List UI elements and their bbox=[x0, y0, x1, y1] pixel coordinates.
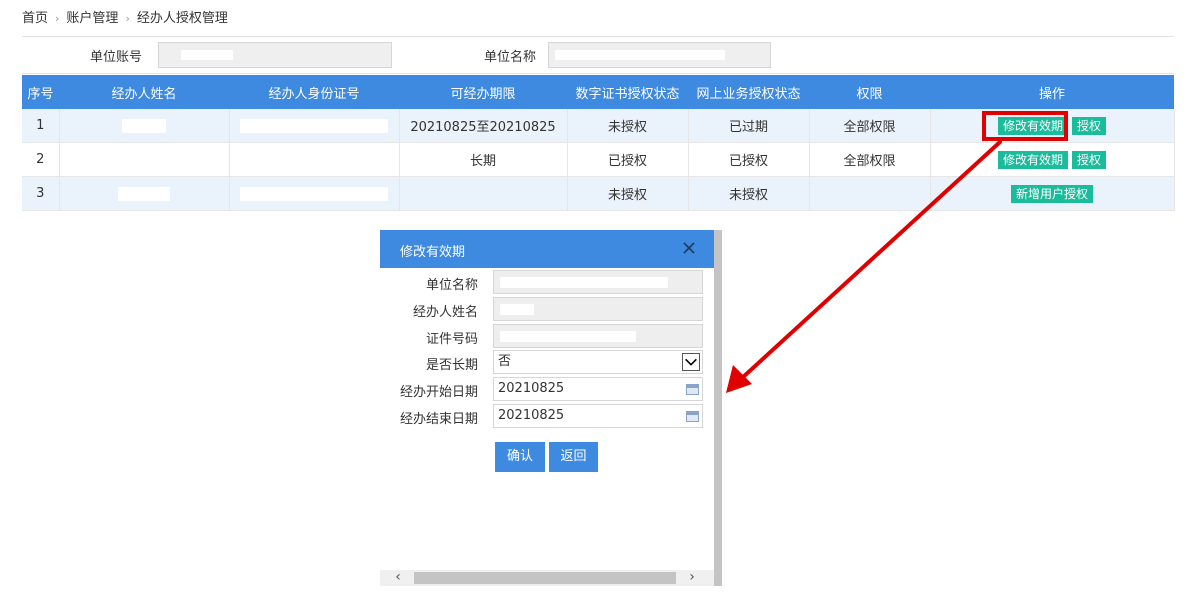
field-row-start-date: 经办开始日期 20210825 bbox=[380, 377, 714, 401]
col-header-no: 序号 bbox=[22, 75, 59, 109]
breadcrumb: 首页 › 账户管理 › 经办人授权管理 bbox=[22, 10, 228, 28]
add-user-authorization-button[interactable]: 新增用户授权 bbox=[1010, 184, 1093, 203]
agent-name-redacted bbox=[59, 109, 230, 143]
agent-name-redacted bbox=[59, 142, 230, 177]
confirm-button[interactable]: 确认 bbox=[495, 442, 545, 472]
unit-name-label: 单位名称 bbox=[425, 278, 478, 293]
end-date-value: 20210825 bbox=[498, 408, 565, 423]
row-period bbox=[399, 176, 568, 211]
agent-name-redacted bbox=[59, 176, 230, 211]
start-date-input[interactable]: 20210825 bbox=[493, 377, 703, 401]
field-row-cert-no: 证件号码 bbox=[380, 324, 714, 348]
scroll-right-icon[interactable]: › bbox=[684, 570, 700, 586]
authorize-button[interactable]: 授权 bbox=[1072, 116, 1107, 135]
calendar-icon[interactable] bbox=[686, 384, 699, 395]
row-cert-status: 已授权 bbox=[567, 142, 689, 177]
agent-table: 序号 经办人姓名 经办人身份证号 可经办期限 数字证书授权状态 网上业务授权状态… bbox=[22, 75, 1175, 211]
row-actions: 新增用户授权 bbox=[930, 176, 1175, 211]
col-header-actions: 操作 bbox=[930, 75, 1174, 109]
unit-account-field bbox=[158, 42, 392, 68]
breadcrumb-current: 经办人授权管理 bbox=[136, 11, 228, 26]
unit-info-bar: 单位账号 单位名称 bbox=[22, 36, 1174, 74]
dialog-title: 修改有效期 bbox=[400, 245, 466, 260]
back-button[interactable]: 返回 bbox=[549, 442, 598, 472]
table-row: 2 长期 已授权 已授权 全部权限 修改有效期 授权 bbox=[22, 142, 1175, 177]
row-permission: 全部权限 bbox=[809, 142, 931, 177]
row-actions: 修改有效期 授权 bbox=[930, 142, 1175, 177]
end-date-input[interactable]: 20210825 bbox=[493, 404, 703, 428]
dialog-header: 修改有效期 bbox=[380, 230, 714, 268]
agent-id-redacted bbox=[229, 142, 400, 177]
col-header-online-status: 网上业务授权状态 bbox=[688, 75, 809, 109]
modify-validity-dialog: 修改有效期 单位名称 经办人姓名 证件号码 是否长期 否 经办开始日期 2021… bbox=[380, 230, 714, 586]
col-header-permission: 权限 bbox=[809, 75, 930, 109]
cert-no-input bbox=[493, 324, 703, 348]
scroll-left-icon[interactable]: ‹ bbox=[390, 570, 406, 586]
field-row-unit-name: 单位名称 bbox=[380, 270, 714, 294]
field-row-long-term: 是否长期 否 bbox=[380, 350, 714, 374]
col-header-agent-name: 经办人姓名 bbox=[59, 75, 229, 109]
row-permission: 全部权限 bbox=[809, 109, 931, 143]
col-header-agent-id: 经办人身份证号 bbox=[229, 75, 399, 109]
breadcrumb-home[interactable]: 首页 bbox=[22, 11, 48, 26]
breadcrumb-separator-icon: › bbox=[125, 12, 130, 25]
long-term-select[interactable]: 否 bbox=[493, 350, 703, 374]
table-row: 3 未授权 未授权 新增用户授权 bbox=[22, 176, 1175, 211]
cert-no-label: 证件号码 bbox=[425, 332, 478, 347]
unit-name-input bbox=[493, 270, 703, 294]
chevron-down-icon[interactable] bbox=[682, 353, 700, 371]
row-online-status: 已授权 bbox=[688, 142, 810, 177]
row-no: 1 bbox=[22, 109, 60, 143]
row-period: 20210825至20210825 bbox=[399, 109, 568, 143]
field-row-end-date: 经办结束日期 20210825 bbox=[380, 404, 714, 428]
calendar-icon[interactable] bbox=[686, 411, 699, 422]
close-icon[interactable] bbox=[680, 239, 698, 257]
start-date-value: 20210825 bbox=[498, 381, 565, 396]
modify-validity-button[interactable]: 修改有效期 bbox=[997, 150, 1068, 169]
col-header-period: 可经办期限 bbox=[399, 75, 567, 109]
breadcrumb-separator-icon: › bbox=[55, 12, 60, 25]
row-online-status: 已过期 bbox=[688, 109, 810, 143]
long-term-label: 是否长期 bbox=[425, 358, 478, 373]
start-date-label: 经办开始日期 bbox=[399, 385, 478, 400]
agent-name-label: 经办人姓名 bbox=[412, 305, 478, 320]
agent-id-redacted bbox=[229, 176, 400, 211]
unit-name-field bbox=[548, 42, 771, 68]
unit-name-label: 单位名称 bbox=[484, 50, 537, 65]
dialog-vertical-scrollbar[interactable] bbox=[714, 230, 722, 586]
dialog-horizontal-scrollbar[interactable]: ‹ › bbox=[380, 570, 714, 586]
long-term-value: 否 bbox=[498, 354, 512, 369]
table-header-row: 序号 经办人姓名 经办人身份证号 可经办期限 数字证书授权状态 网上业务授权状态… bbox=[22, 75, 1174, 109]
field-row-agent-name: 经办人姓名 bbox=[380, 297, 714, 321]
row-cert-status: 未授权 bbox=[567, 176, 689, 211]
row-online-status: 未授权 bbox=[688, 176, 810, 211]
row-cert-status: 未授权 bbox=[567, 109, 689, 143]
row-no: 3 bbox=[22, 176, 60, 211]
row-period: 长期 bbox=[399, 142, 568, 177]
highlight-box bbox=[982, 111, 1068, 141]
agent-id-redacted bbox=[229, 109, 400, 143]
breadcrumb-account-management[interactable]: 账户管理 bbox=[66, 11, 118, 26]
agent-name-input bbox=[493, 297, 703, 321]
row-no: 2 bbox=[22, 142, 60, 177]
col-header-cert-status: 数字证书授权状态 bbox=[567, 75, 688, 109]
row-permission bbox=[809, 176, 931, 211]
unit-account-label: 单位账号 bbox=[90, 50, 143, 65]
authorize-button[interactable]: 授权 bbox=[1072, 150, 1107, 169]
end-date-label: 经办结束日期 bbox=[399, 412, 478, 427]
scrollbar-thumb[interactable] bbox=[414, 572, 676, 584]
